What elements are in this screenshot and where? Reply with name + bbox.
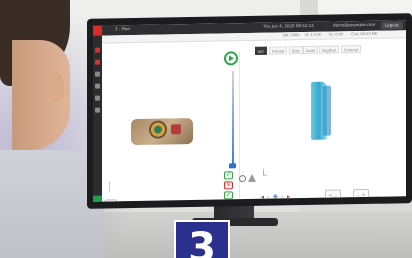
- dash-icon: -: [267, 193, 270, 201]
- left-viewport[interactable]: [105, 43, 237, 202]
- next-step-button[interactable]: ... >: [353, 188, 369, 202]
- arrow-left-icon: ◂: [261, 193, 265, 201]
- sidebar-icon[interactable]: [95, 95, 100, 101]
- sidebar-icon[interactable]: [95, 107, 100, 113]
- check-icon[interactable]: ✓: [224, 171, 233, 180]
- status-indicator: [93, 195, 102, 202]
- datetime: Thu Jun 4, 2020 08:52:12: [263, 22, 314, 29]
- stat-item: LT: 17.00: [305, 32, 321, 38]
- timeline-slider[interactable]: [232, 71, 234, 166]
- play-triangle: [229, 55, 234, 62]
- model-accent: [171, 124, 181, 135]
- model-3d-left: [127, 108, 197, 149]
- step-badge: 3: [174, 220, 230, 258]
- tab-side[interactable]: Side: [289, 46, 303, 55]
- stat-item: NA: 0000: [283, 33, 300, 38]
- sidebar-icon[interactable]: [95, 71, 100, 77]
- left-panel-button[interactable]: [105, 199, 117, 202]
- tab-sagittal[interactable]: Sagittal: [319, 45, 339, 54]
- viewport-marker: [109, 181, 110, 192]
- tab-coronal[interactable]: Coronal: [341, 45, 361, 54]
- arrow-right-icon: ▸: [287, 193, 291, 201]
- close-icon[interactable]: ×: [224, 181, 233, 190]
- dash-icon: -: [281, 193, 284, 201]
- warning-icon[interactable]: [248, 173, 256, 183]
- sidebar: [93, 25, 102, 202]
- sidebar-icon[interactable]: [95, 83, 100, 89]
- logout-button[interactable]: Logout: [381, 21, 403, 30]
- app-title: 3 - Plan: [115, 26, 131, 32]
- slider-handle[interactable]: [229, 163, 236, 169]
- brand-logo: [93, 25, 102, 36]
- right-viewport[interactable]: Init Frontal Side Axial Sagittal Coronal…: [241, 40, 406, 202]
- model-shade: [323, 85, 331, 136]
- stat-item: CLA: 00.00 ME: [351, 31, 378, 37]
- person-ear: [48, 72, 64, 102]
- slider-fill: [232, 71, 234, 166]
- tab-frontal[interactable]: Frontal: [269, 46, 288, 55]
- tab-axial[interactable]: Axial: [303, 45, 318, 55]
- check-icon[interactable]: ✓: [224, 191, 233, 200]
- monitor: 3 - Plan Thu Jun 4, 2020 08:52:12 demo@e…: [87, 13, 412, 209]
- sidebar-icon[interactable]: [95, 59, 100, 65]
- user-email: demo@example.com: [333, 21, 376, 28]
- stat-item: FL: 0.00: [329, 32, 344, 37]
- tab-init[interactable]: Init: [255, 46, 267, 55]
- model-3d-right: [307, 80, 333, 142]
- transform-arrows-icon[interactable]: ◂ - ✥ - ▸: [261, 192, 299, 202]
- arrow-cross-icon: ✥: [273, 193, 279, 201]
- step-number: 3: [188, 225, 216, 258]
- prev-step-button[interactable]: < ...: [325, 189, 341, 202]
- sidebar-icon[interactable]: [95, 47, 100, 53]
- screen: 3 - Plan Thu Jun 4, 2020 08:52:12 demo@e…: [93, 20, 406, 202]
- viewport-corner: [263, 168, 267, 176]
